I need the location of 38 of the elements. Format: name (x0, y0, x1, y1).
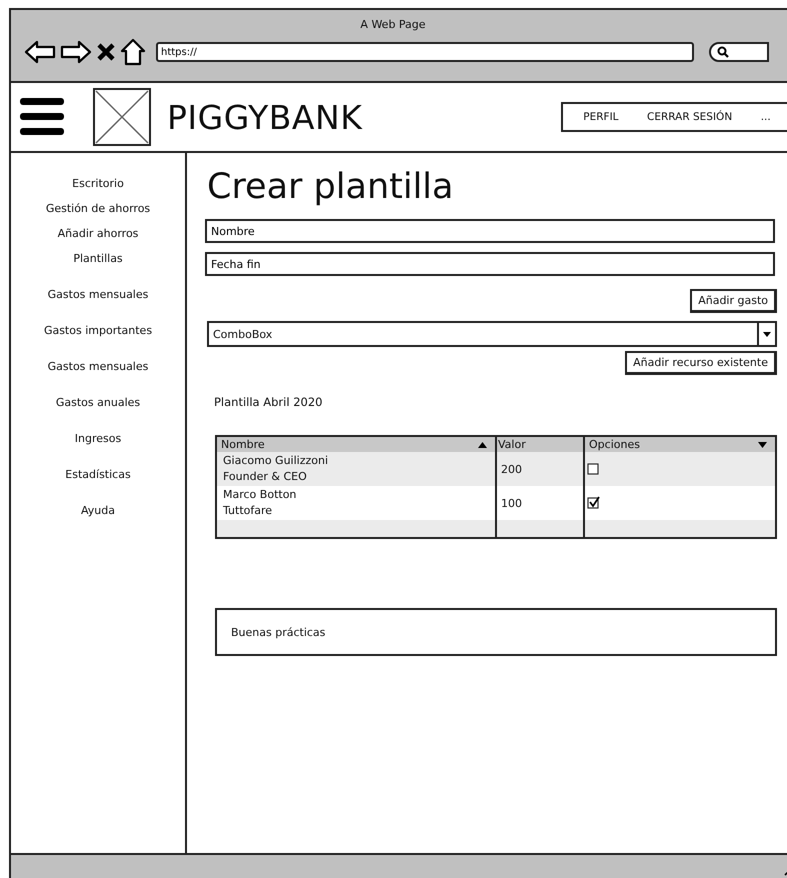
sidebar-item[interactable]: Añadir ahorros (58, 227, 138, 240)
logo-text: PIGGYBANK (167, 98, 362, 136)
text-field[interactable]: Nombre (205, 219, 775, 243)
sidebar-item[interactable]: Ayuda (81, 504, 115, 517)
nav-link[interactable]: CERRAR SESIÓN (647, 111, 732, 123)
search-field[interactable] (709, 42, 769, 62)
section-label: Plantilla Abril 2020 (214, 395, 324, 409)
add-expense-button[interactable]: Añadir gasto (690, 289, 777, 313)
sidebar-item[interactable]: Ingresos (74, 432, 122, 445)
sidebar-item[interactable]: Gastos mensuales (48, 288, 148, 301)
column-header[interactable]: Opciones (585, 437, 775, 452)
panel-text: Buenas prácticas (231, 626, 326, 638)
text-field[interactable]: Fecha fin (205, 252, 775, 276)
close-icon[interactable] (96, 42, 116, 62)
sidebar-item[interactable]: Plantillas (73, 252, 123, 265)
sidebar-item[interactable]: Estadísticas (65, 468, 131, 481)
sidebar-item[interactable]: Gestión de ahorros (46, 202, 150, 215)
page-title: Crear plantilla (207, 167, 454, 207)
window-title: A Web Page (360, 17, 426, 31)
caret-icon[interactable] (758, 442, 767, 448)
nav-link[interactable]: ... (760, 111, 771, 123)
back-icon[interactable] (24, 39, 56, 65)
address-field[interactable]: https:// (156, 42, 694, 62)
checked-checkbox[interactable] (587, 496, 601, 510)
image-placeholder-icon (93, 88, 151, 146)
sidebar-item[interactable]: Gastos mensuales (48, 360, 148, 373)
nav-link[interactable]: PERFIL (583, 111, 619, 123)
add-resource-button[interactable]: Añadir recurso existente (625, 351, 777, 375)
sidebar-item[interactable]: Escritorio (72, 177, 124, 190)
sidebar-item[interactable]: Gastos anuales (56, 396, 140, 409)
checkbox[interactable] (587, 462, 601, 476)
sort-ascending-icon[interactable] (478, 442, 487, 448)
home-icon[interactable] (120, 38, 146, 66)
caret-icon (763, 332, 771, 336)
combo-box[interactable]: ComboBox (207, 321, 777, 347)
forward-icon[interactable] (60, 39, 92, 65)
search-icon (717, 46, 729, 58)
sidebar-item[interactable]: Gastos importantes (44, 324, 152, 337)
